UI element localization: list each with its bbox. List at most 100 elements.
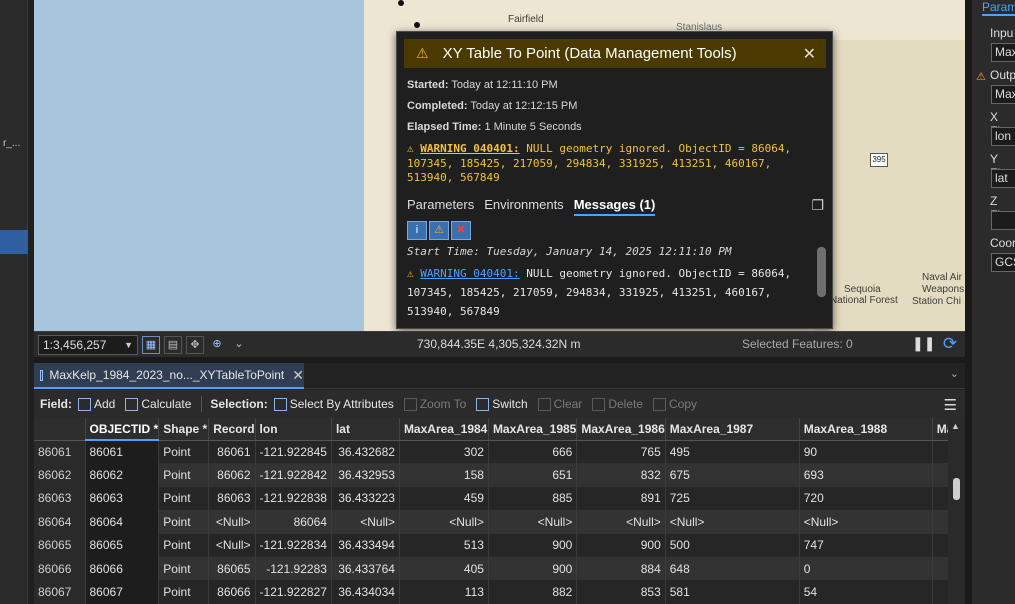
row-header-corner[interactable]: [34, 418, 86, 441]
table-row[interactable]: 86065 86065 Point <Null> -121.922834 36.43349…: [34, 533, 962, 557]
table-cell[interactable]: 581: [665, 580, 800, 604]
table-cell[interactable]: <Null>: [665, 510, 800, 534]
table-cell[interactable]: 891: [576, 486, 666, 511]
table-cell[interactable]: 36.433764: [331, 556, 400, 581]
y-field[interactable]: lat: [991, 169, 1015, 188]
coordinate-readout[interactable]: 730,844.35E 4,305,324.32N m: [417, 337, 580, 351]
row-header[interactable]: 86064: [34, 510, 86, 534]
column-header[interactable]: MaxArea_1984: [399, 418, 489, 441]
warning-code-link[interactable]: WARNING 040401:: [420, 142, 519, 155]
table-cell[interactable]: -121.922842: [255, 463, 332, 487]
table-cell[interactable]: 666: [488, 440, 578, 464]
column-header[interactable]: MaxArea_1987: [665, 418, 800, 441]
table-cell[interactable]: 747: [799, 533, 933, 557]
table-cell[interactable]: 725: [665, 486, 800, 511]
chevron-down-icon[interactable]: ⌄: [230, 336, 248, 354]
switch-selection-button[interactable]: Switch: [476, 397, 528, 411]
table-cell[interactable]: 0: [799, 556, 933, 581]
attribute-table-tab[interactable]: MaxKelp_1984_2023_no..._XYTableToPoint ✕: [34, 363, 304, 389]
table-cell[interactable]: 765: [576, 440, 666, 464]
table-cell[interactable]: 36.432953: [331, 463, 400, 487]
table-cell[interactable]: 900: [488, 533, 578, 557]
table-cell[interactable]: 86065: [85, 533, 160, 557]
table-cell[interactable]: 86061: [208, 440, 256, 464]
parameters-tab[interactable]: Param: [982, 0, 1015, 16]
row-header[interactable]: 86063: [34, 486, 86, 511]
tab-environments[interactable]: Environments: [484, 197, 563, 216]
table-row[interactable]: 86063 86063 Point 86063 -121.922838 36.433223…: [34, 486, 962, 511]
table-cell[interactable]: 36.434034: [331, 580, 400, 604]
x-field[interactable]: lon: [991, 127, 1015, 146]
table-cell[interactable]: 693: [799, 463, 933, 487]
table-cell[interactable]: Point: [158, 556, 210, 581]
pause-icon[interactable]: ❚❚: [912, 335, 935, 355]
row-header[interactable]: 86066: [34, 556, 86, 581]
table-cell[interactable]: 405: [399, 556, 489, 581]
table-cell[interactable]: 86065: [208, 556, 256, 581]
row-header[interactable]: 86062: [34, 463, 86, 487]
column-header[interactable]: lon: [255, 418, 332, 441]
grid-icon[interactable]: ▦: [142, 335, 160, 354]
table-cell[interactable]: Point: [158, 463, 210, 487]
table-cell[interactable]: 113: [399, 580, 489, 604]
copy-button[interactable]: Copy: [653, 397, 697, 411]
tab-parameters[interactable]: Parameters: [407, 197, 474, 216]
row-header[interactable]: 86065: [34, 533, 86, 557]
info-filter-icon[interactable]: i: [407, 221, 427, 240]
table-row[interactable]: 86064 86064 Point <Null> 86064 <Null> <Null> <N…: [34, 510, 962, 534]
table-icon[interactable]: ▤: [164, 335, 182, 354]
table-cell[interactable]: 86066: [208, 580, 256, 604]
table-row[interactable]: 86067 86067 Point 86066 -121.922827 36.434034…: [34, 580, 962, 604]
coordinate-system-field[interactable]: GCS: [991, 253, 1015, 272]
table-cell[interactable]: 86064: [85, 510, 160, 534]
table-cell[interactable]: 54: [799, 580, 933, 604]
column-header[interactable]: OBJECTID *: [85, 418, 160, 441]
table-cell[interactable]: -121.922834: [255, 533, 332, 557]
close-icon[interactable]: ✕: [292, 367, 304, 384]
table-cell[interactable]: 900: [488, 556, 578, 581]
close-icon[interactable]: ✕: [803, 44, 816, 64]
delete-button[interactable]: Delete: [592, 397, 643, 411]
table-cell[interactable]: Point: [158, 533, 210, 557]
table-cell[interactable]: 882: [488, 580, 578, 604]
row-header[interactable]: 86061: [34, 440, 86, 464]
table-cell[interactable]: 86063: [208, 486, 256, 511]
table-cell[interactable]: 36.432682: [331, 440, 400, 464]
table-cell[interactable]: 90: [799, 440, 933, 464]
table-cell[interactable]: 832: [576, 463, 666, 487]
table-cell[interactable]: Point: [158, 580, 210, 604]
table-cell[interactable]: 853: [576, 580, 666, 604]
zoom-to-button[interactable]: Zoom To: [403, 397, 466, 411]
scroll-up-icon[interactable]: ▲: [951, 421, 960, 431]
table-cell[interactable]: Point: [158, 510, 210, 534]
warning-code-link[interactable]: WARNING 040401:: [420, 267, 519, 280]
table-cell[interactable]: 500: [665, 533, 800, 557]
table-cell[interactable]: Point: [158, 486, 210, 511]
table-cell[interactable]: 459: [399, 486, 489, 511]
add-field-button[interactable]: Add: [78, 397, 115, 411]
table-cell[interactable]: 86061: [85, 440, 160, 464]
table-cell[interactable]: 86062: [85, 463, 160, 487]
left-panel-truncated-item[interactable]: r_...: [3, 138, 20, 149]
input-field[interactable]: Max: [991, 43, 1015, 62]
table-cell[interactable]: 36.433494: [331, 533, 400, 557]
table-cell[interactable]: <Null>: [488, 510, 578, 534]
table-vertical-scrollbar[interactable]: ▲: [948, 418, 965, 604]
column-header[interactable]: MaxArea_1986: [576, 418, 666, 441]
output-field[interactable]: Max: [991, 85, 1015, 104]
navigation-icon[interactable]: ⊕: [208, 336, 226, 354]
table-cell[interactable]: <Null>: [331, 510, 400, 534]
table-cell[interactable]: 900: [576, 533, 666, 557]
table-cell[interactable]: Point: [158, 440, 210, 464]
column-header[interactable]: lat: [331, 418, 400, 441]
menu-icon[interactable]: ☰: [944, 396, 957, 414]
column-header[interactable]: MaxArea_1985: [488, 418, 578, 441]
selected-features[interactable]: Selected Features: 0: [742, 337, 853, 351]
error-filter-icon[interactable]: ✖: [451, 221, 471, 240]
pan-icon[interactable]: ✥: [186, 335, 204, 354]
table-cell[interactable]: 86067: [85, 580, 160, 604]
chevron-down-icon[interactable]: ⌄: [950, 367, 959, 380]
tab-messages[interactable]: Messages (1): [573, 197, 656, 216]
row-header[interactable]: 86067: [34, 580, 86, 604]
table-cell[interactable]: 302: [399, 440, 489, 464]
